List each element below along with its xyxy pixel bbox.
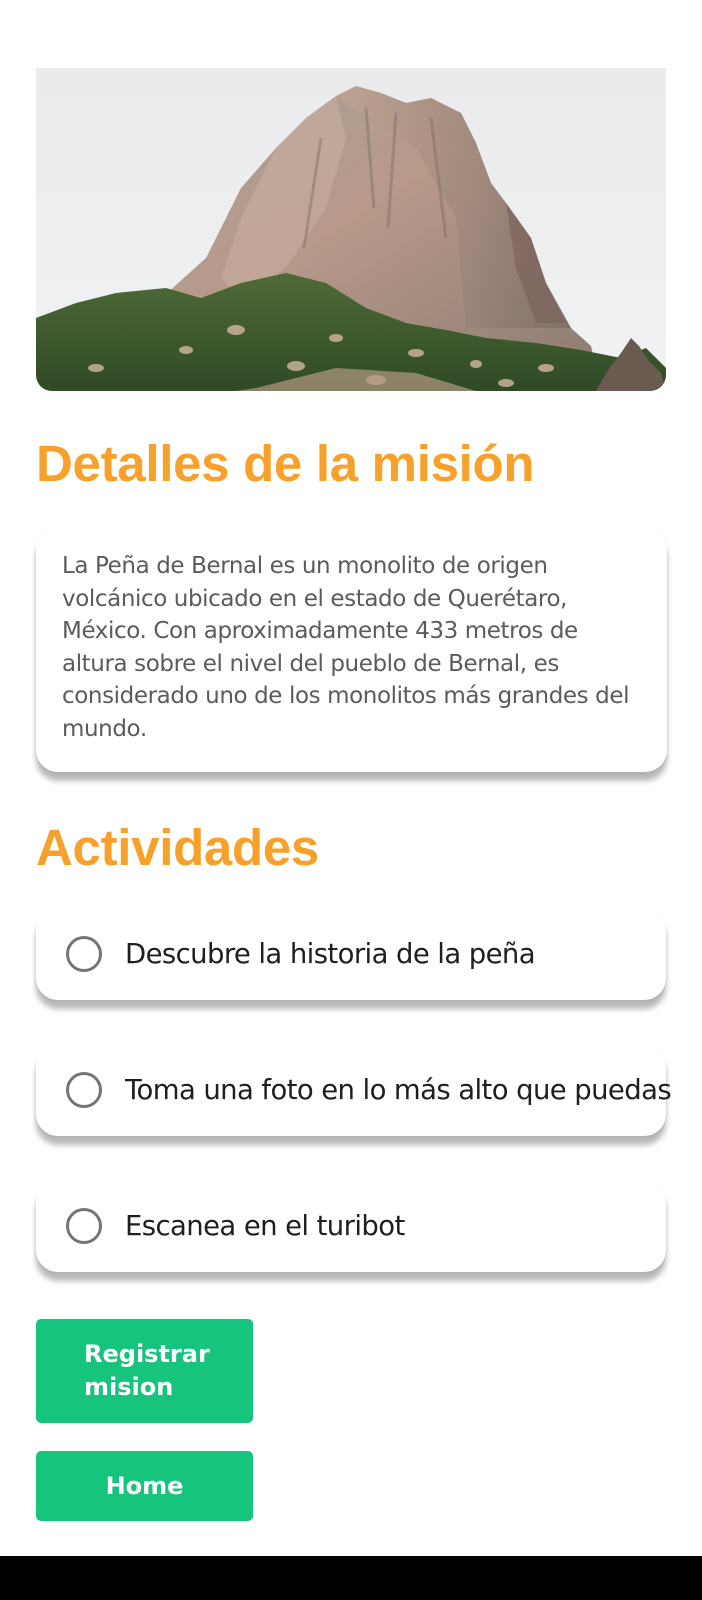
mission-description-card: La Peña de Bernal es un monolito de orig… — [36, 528, 667, 772]
activity-radio-icon[interactable] — [66, 1208, 102, 1244]
register-mission-button[interactable]: Registrar mision — [36, 1319, 253, 1423]
activity-radio-icon[interactable] — [66, 936, 102, 972]
mission-details-screen: Detalles de la misión La Peña de Bernal … — [0, 0, 702, 1600]
home-button[interactable]: Home — [36, 1451, 253, 1521]
activity-item-photo[interactable]: Toma una foto en lo más alto que puedas — [36, 1044, 672, 1136]
activity-radio-icon[interactable] — [66, 1072, 102, 1108]
register-button-label-line1: Registrar — [84, 1340, 210, 1368]
register-button-label-line2: mision — [84, 1373, 174, 1401]
activities-title: Actividades — [36, 819, 319, 876]
activity-label: Toma una foto en lo más alto que puedas — [125, 1074, 672, 1106]
mission-description-text: La Peña de Bernal es un monolito de orig… — [62, 553, 630, 742]
activity-label: Escanea en el turibot — [125, 1210, 405, 1242]
activity-label: Descubre la historia de la peña — [125, 938, 536, 970]
mission-details-title: Detalles de la misión — [36, 435, 535, 492]
home-button-label: Home — [105, 1472, 184, 1500]
activity-item-scan[interactable]: Escanea en el turibot — [36, 1180, 666, 1272]
system-navigation-bar — [0, 1556, 702, 1600]
mission-hero-image — [36, 68, 666, 391]
activity-item-history[interactable]: Descubre la historia de la peña — [36, 908, 666, 1000]
